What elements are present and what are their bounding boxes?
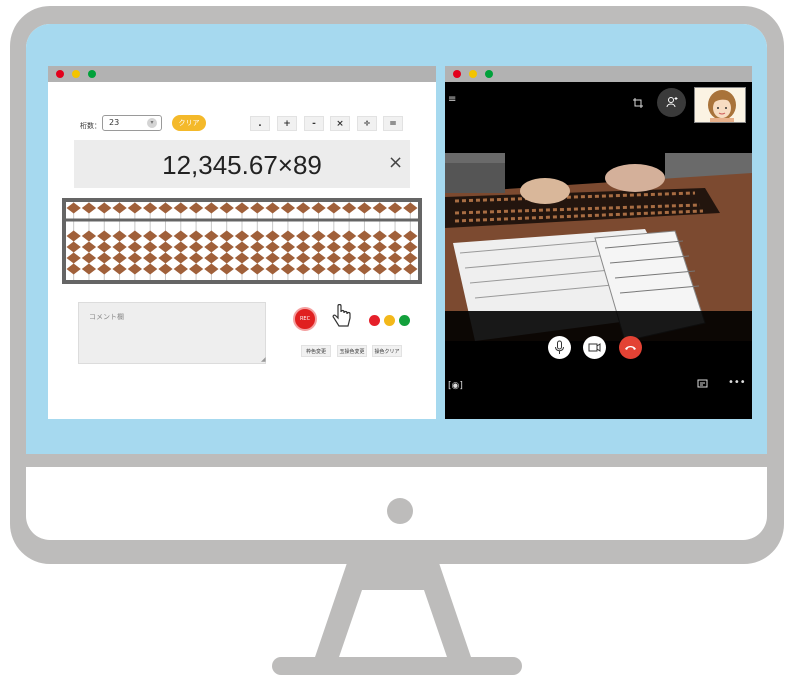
chat-icon[interactable] — [697, 379, 708, 390]
frame-color-button[interactable]: 枠色変更 — [301, 345, 331, 357]
mic-button[interactable] — [548, 336, 571, 359]
more-icon[interactable]: ••• — [728, 377, 746, 388]
bead-color-button[interactable]: 玉操色変更 — [337, 345, 367, 357]
digits-select[interactable]: 23 ▾ — [102, 115, 162, 131]
crop-icon[interactable] — [633, 98, 645, 108]
digits-label: 桁数： — [80, 122, 101, 130]
hangup-button[interactable] — [619, 336, 642, 359]
abacus-beam — [66, 218, 418, 222]
close-window-dot[interactable] — [453, 70, 461, 78]
self-view-thumbnail[interactable] — [694, 87, 746, 123]
plus-button[interactable]: + — [277, 116, 297, 131]
camera-button[interactable] — [583, 336, 606, 359]
color-clear-button[interactable]: 操色クリア — [372, 345, 402, 357]
power-button — [387, 498, 413, 524]
add-person-button[interactable] — [657, 88, 686, 117]
color-yellow-button[interactable] — [384, 315, 395, 326]
pointer-hand-icon[interactable] — [331, 304, 353, 330]
soroban-abacus[interactable] — [62, 198, 422, 284]
multiply-button[interactable]: × — [330, 116, 350, 131]
clear-button[interactable]: クリア — [172, 115, 206, 131]
resize-handle-icon[interactable]: ◢ — [261, 356, 266, 363]
color-red-button[interactable] — [369, 315, 380, 326]
mic-icon — [555, 340, 564, 354]
close-window-dot[interactable] — [56, 70, 64, 78]
remote-video-feed — [445, 153, 752, 341]
menu-icon[interactable]: ≡ — [448, 94, 456, 105]
record-button[interactable]: REC — [293, 307, 317, 331]
maximize-window-dot[interactable] — [88, 70, 96, 78]
expression-display: 12,345.67×89 × — [74, 140, 410, 188]
color-green-button[interactable] — [399, 315, 410, 326]
expression-text: 12,345.67×89 — [162, 150, 322, 180]
camera-icon — [588, 343, 601, 352]
maximize-window-dot[interactable] — [485, 70, 493, 78]
comment-textarea[interactable]: コメント欄 — [78, 302, 266, 364]
add-person-icon — [666, 97, 678, 108]
decimal-button[interactable]: . — [250, 116, 270, 131]
monitor-stand — [314, 560, 472, 660]
monitor-bezel-line — [26, 454, 767, 467]
minimize-window-dot[interactable] — [469, 70, 477, 78]
minus-button[interactable]: - — [304, 116, 324, 131]
equals-button[interactable]: = — [383, 116, 403, 131]
monitor-stand-base — [272, 657, 522, 675]
screenshot-icon[interactable]: [◉] — [448, 381, 463, 391]
window-title-bar — [445, 66, 752, 82]
divide-button[interactable]: ÷ — [357, 116, 377, 131]
chevron-down-icon: ▾ — [147, 118, 157, 128]
digits-value: 23 — [109, 118, 120, 127]
hangup-icon — [625, 346, 636, 350]
close-icon[interactable]: × — [388, 152, 403, 173]
minimize-window-dot[interactable] — [72, 70, 80, 78]
soroban-app-window: 桁数： 23 ▾ クリア . + - × ÷ = 12,345.67×89 × … — [48, 66, 436, 419]
avatar — [695, 88, 745, 122]
window-title-bar — [48, 66, 436, 82]
